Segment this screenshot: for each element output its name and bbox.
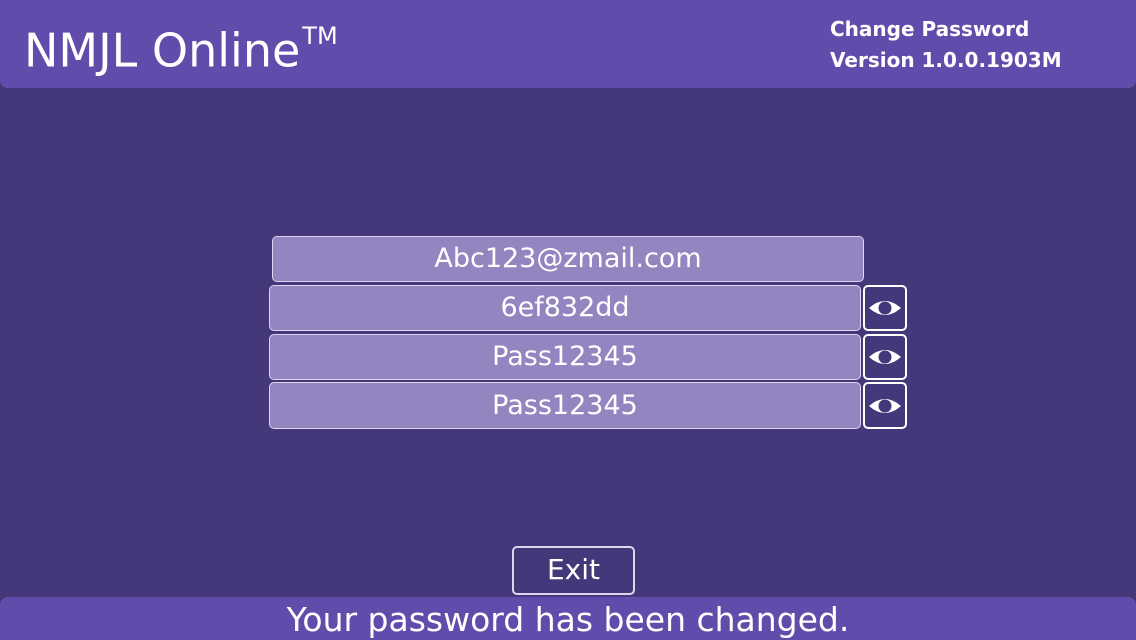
trademark-mark: TM	[302, 22, 338, 50]
eye-icon	[869, 301, 901, 315]
status-message: Your password has been changed.	[286, 600, 850, 639]
current-password-field[interactable]: 6ef832dd	[269, 285, 861, 331]
app-title: NMJL OnlineTM	[24, 12, 338, 80]
screen-name: Change Password	[830, 17, 1030, 41]
toggle-current-password-button[interactable]	[863, 285, 907, 331]
header-bar: NMJL OnlineTM Change Password Version 1.…	[0, 0, 1136, 88]
footer-bar: Your password has been changed.	[0, 597, 1136, 640]
exit-button[interactable]: Exit	[512, 546, 635, 595]
email-field[interactable]: Abc123@zmail.com	[272, 236, 864, 282]
header-info: Change Password Version 1.0.0.1903M	[830, 14, 1062, 76]
app-title-text: NMJL Online	[24, 23, 301, 78]
version-label: Version 1.0.0.1903M	[830, 48, 1062, 72]
toggle-confirm-password-button[interactable]	[863, 382, 907, 429]
eye-icon	[869, 398, 901, 413]
new-password-field[interactable]: Pass12345	[269, 334, 861, 380]
eye-icon	[869, 350, 901, 364]
toggle-new-password-button[interactable]	[863, 334, 907, 380]
confirm-password-field[interactable]: Pass12345	[269, 382, 861, 429]
